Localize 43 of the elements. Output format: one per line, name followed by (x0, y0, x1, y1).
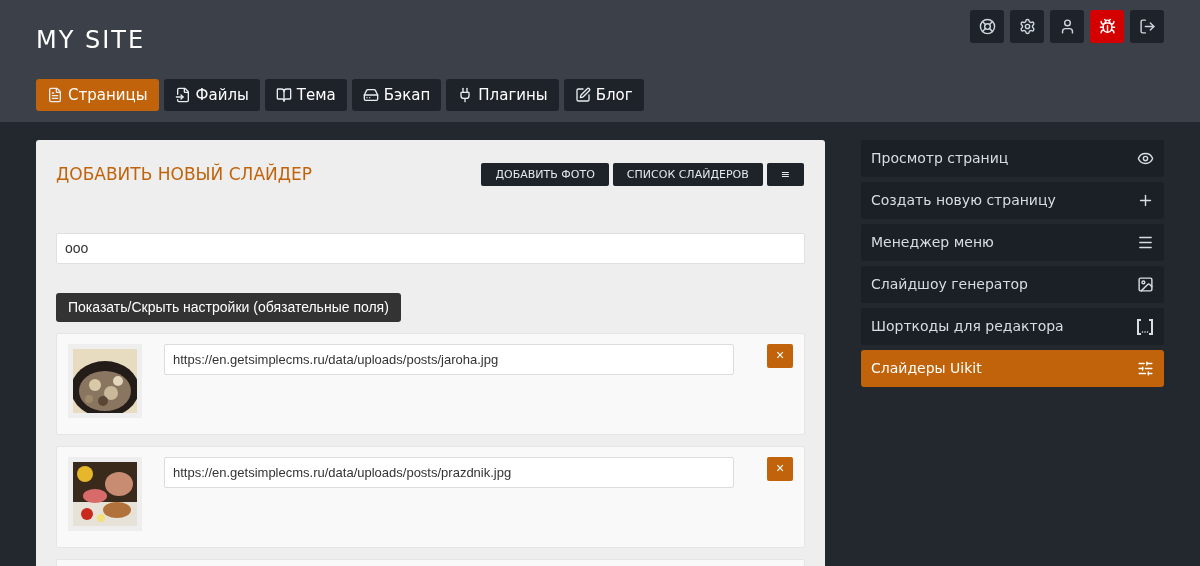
sliders-icon (1137, 360, 1154, 377)
nav-tab[interactable]: Блог (563, 79, 644, 111)
plus-icon (1137, 192, 1154, 209)
nav-tab[interactable]: Плагины (446, 79, 559, 111)
action-button[interactable]: СПИСОК СЛАЙДЕРОВ (612, 163, 763, 187)
server-icon (362, 87, 379, 103)
sidebar-item[interactable]: Слайдшоу генератор (861, 266, 1164, 303)
image-icon (1137, 276, 1154, 293)
slider-name-field[interactable]: ooo (56, 232, 805, 264)
toggle-settings-button[interactable]: Показать/Скрыть настройки (обязательные поля) (56, 292, 401, 322)
brackets-icon (1136, 318, 1154, 335)
bug-icon (1098, 18, 1116, 35)
panel-title: ДОБАВИТЬ НОВЫЙ СЛАЙДЕР (56, 162, 312, 186)
lifebuoy-icon (978, 18, 996, 35)
reader-icon (275, 87, 292, 103)
nav-tab[interactable]: Бэкап (351, 79, 442, 111)
remove-button[interactable]: × (767, 456, 793, 481)
sidebar-item[interactable]: Слайдеры Uikit (861, 350, 1164, 387)
image-url-field[interactable]: https://en.getsimplecms.ru/data/uploads/posts/jaroha.jpg (164, 343, 735, 375)
file-import-icon (174, 87, 191, 103)
logout-button[interactable] (1130, 10, 1164, 43)
remove-button[interactable]: × (767, 343, 793, 368)
lifebuoy-button[interactable] (970, 10, 1004, 43)
user-button[interactable] (1050, 10, 1084, 43)
bug-button[interactable] (1090, 10, 1124, 43)
action-button[interactable]: ДОБАВИТЬ ФОТО (481, 163, 609, 187)
eye-icon (1137, 150, 1154, 167)
edit-icon (574, 87, 591, 103)
menu-icon (1137, 234, 1154, 251)
sidebar-item[interactable]: Просмотр страниц (861, 140, 1164, 177)
settings-icon (1018, 18, 1036, 35)
site-title: MY SITE (36, 25, 146, 56)
nav-tab[interactable]: Файлы (163, 79, 260, 111)
sidebar-item[interactable]: Шорткоды для редактора (861, 308, 1164, 345)
logout-icon (1138, 18, 1156, 35)
menu-button[interactable]: ≡ (766, 163, 804, 187)
image-url-field[interactable]: https://en.getsimplecms.ru/data/uploads/posts/prazdnik.jpg (164, 456, 735, 488)
settings-button[interactable] (1010, 10, 1044, 43)
nav-tab[interactable]: Страницы (36, 79, 159, 111)
sidebar-item[interactable]: Создать новую страницу (861, 182, 1164, 219)
nav-tab[interactable]: Тема (264, 79, 347, 111)
document-icon (47, 87, 63, 103)
sidebar-item[interactable]: Менеджер меню (861, 224, 1164, 261)
